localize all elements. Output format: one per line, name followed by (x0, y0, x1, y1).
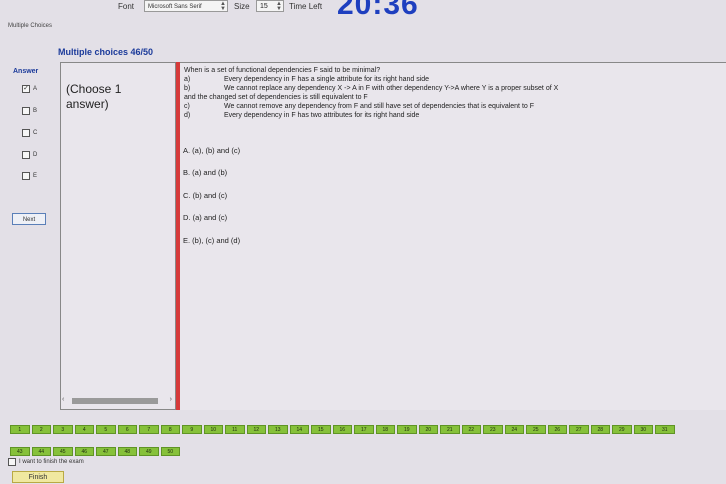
finish-confirm[interactable]: I want to finish the exam (8, 458, 84, 466)
item-text: Every dependency in F has two attributes… (224, 112, 420, 119)
question-nav-button[interactable]: 3 (53, 425, 73, 434)
question-nav-button[interactable]: 20 (418, 425, 438, 434)
next-button[interactable]: Next (12, 213, 46, 225)
question-nav-button[interactable]: 26 (547, 425, 567, 434)
horizontal-scrollbar[interactable]: ‹ › (62, 396, 174, 406)
font-select[interactable]: Microsoft Sans Serif ▲ ▼ (144, 0, 228, 12)
checkbox-icon[interactable] (22, 107, 30, 115)
answer-option-d[interactable]: D (22, 151, 37, 159)
choice-b: B. (a) and (b) (183, 168, 228, 177)
question-nav-button[interactable]: 24 (504, 425, 524, 434)
choose-instruction: (Choose 1 answer) (66, 82, 122, 111)
question-nav-button[interactable]: 5 (96, 425, 116, 434)
question-nav-button[interactable]: 46 (74, 447, 94, 456)
time-left-label: Time Left (289, 2, 323, 11)
choice-e: E. (b), (c) and (d) (183, 236, 241, 245)
answer-option-e[interactable]: E (22, 172, 37, 180)
question-nav-button[interactable]: 21 (440, 425, 460, 434)
question-nav-button[interactable]: 50 (160, 447, 180, 456)
question-item-d: d) Every dependency in F has two attribut… (184, 112, 419, 119)
choice-d: D. (a) and (c) (183, 213, 228, 222)
question-nav-button[interactable]: 15 (311, 425, 331, 434)
question-nav-button[interactable]: 17 (354, 425, 374, 434)
question-nav-button[interactable]: 13 (268, 425, 288, 434)
answer-option-letter: D (33, 152, 38, 158)
scroll-right-icon[interactable]: › (170, 396, 172, 403)
size-select-value: 15 (260, 3, 268, 10)
question-nav-button[interactable]: 22 (461, 425, 481, 434)
item-text: Every dependency in F has a single attri… (224, 76, 430, 83)
question-nav-button[interactable]: 45 (53, 447, 73, 456)
countdown-timer: 20:36 (337, 0, 419, 21)
question-stem: When is a set of functional dependencies… (184, 67, 381, 74)
answer-option-letter: A (33, 86, 38, 92)
item-label: a) (184, 76, 191, 83)
question-nav-button[interactable]: 14 (289, 425, 309, 434)
question-nav-button[interactable]: 27 (569, 425, 589, 434)
question-nav-button[interactable]: 1 (10, 425, 30, 434)
question-item-c: c) We cannot remove any dependency from F… (184, 103, 534, 110)
question-nav-button[interactable]: 49 (139, 447, 159, 456)
question-item-b: b) We cannot replace any dependency X -> … (184, 85, 558, 92)
question-nav-button[interactable]: 6 (117, 425, 137, 434)
question-nav-button[interactable]: 28 (590, 425, 610, 434)
question-nav-button[interactable]: 7 (139, 425, 159, 434)
font-label: Font (118, 2, 135, 11)
question-nav-row-2: 43 44 45 46 47 48 49 50 (10, 447, 180, 456)
question-nav-button[interactable]: 48 (117, 447, 137, 456)
question-nav-button[interactable]: 8 (160, 425, 180, 434)
answer-label: Answer (13, 68, 39, 75)
question-nav-button[interactable]: 18 (375, 425, 395, 434)
checkbox-icon[interactable] (22, 172, 30, 180)
question-nav-button[interactable]: 29 (612, 425, 632, 434)
item-text: We cannot remove any dependency from F a… (224, 103, 534, 110)
question-header: Multiple choices 46/50 (58, 47, 154, 57)
question-nav-button[interactable]: 9 (182, 425, 202, 434)
instruction-panel (60, 62, 176, 410)
answer-option-a[interactable]: ✓ A (22, 85, 37, 93)
item-label: d) (184, 112, 191, 119)
item-label: b) (184, 85, 191, 92)
finish-button[interactable]: Finish (12, 471, 64, 483)
finish-checkbox-label: I want to finish the exam (19, 459, 84, 465)
question-nav-button[interactable]: 16 (332, 425, 352, 434)
question-nav-button[interactable]: 25 (526, 425, 546, 434)
question-nav-button[interactable]: 30 (633, 425, 653, 434)
question-nav-button[interactable]: 12 (246, 425, 266, 434)
question-nav-button[interactable]: 44 (31, 447, 51, 456)
spinner-arrows-icon: ▲ ▼ (220, 1, 226, 12)
checkbox-icon[interactable] (22, 151, 30, 159)
question-item-a: a) Every dependency in F has a single att… (184, 76, 429, 83)
size-select[interactable]: 15 ▲ ▼ (256, 0, 284, 12)
question-nav-button[interactable]: 31 (655, 425, 675, 434)
question-nav-button[interactable]: 43 (10, 447, 30, 456)
question-nav-row-1: 1 2 3 4 5 6 7 8 9 10 11 12 13 14 15 16 17 18 19 20 21 22 23 24 2… (10, 425, 675, 434)
choice-a: A. (a), (b) and (c) (183, 146, 241, 155)
app-title: Multiple Choices (8, 23, 53, 29)
question-nav-button[interactable]: 23 (483, 425, 503, 434)
item-text: We cannot replace any dependency X -> A … (224, 85, 559, 92)
question-nav-button[interactable]: 47 (96, 447, 116, 456)
spinner-arrows-icon: ▲ ▼ (276, 1, 282, 12)
scroll-left-icon[interactable]: ‹ (62, 396, 64, 403)
question-nav-button[interactable]: 2 (31, 425, 51, 434)
item-label: c) (184, 103, 190, 110)
checkbox-checked-icon[interactable]: ✓ (22, 85, 30, 93)
font-select-value: Microsoft Sans Serif (148, 4, 202, 10)
answer-option-b[interactable]: B (22, 107, 37, 115)
question-nav-button[interactable]: 4 (74, 425, 94, 434)
question-nav-button[interactable]: 11 (225, 425, 245, 434)
checkbox-icon[interactable] (8, 458, 16, 466)
answer-option-letter: C (33, 130, 38, 136)
scrollbar-thumb[interactable] (72, 398, 158, 404)
choice-c: C. (b) and (c) (183, 191, 228, 200)
answer-option-letter: E (33, 173, 38, 179)
answer-option-c[interactable]: C (22, 129, 37, 137)
question-item-b-continued: and the changed set of dependencies is s… (184, 94, 368, 101)
question-nav-button[interactable]: 19 (397, 425, 417, 434)
question-nav-button[interactable]: 10 (203, 425, 223, 434)
checkbox-icon[interactable] (22, 129, 30, 137)
size-label: Size (234, 2, 250, 11)
answer-option-letter: B (33, 108, 38, 114)
